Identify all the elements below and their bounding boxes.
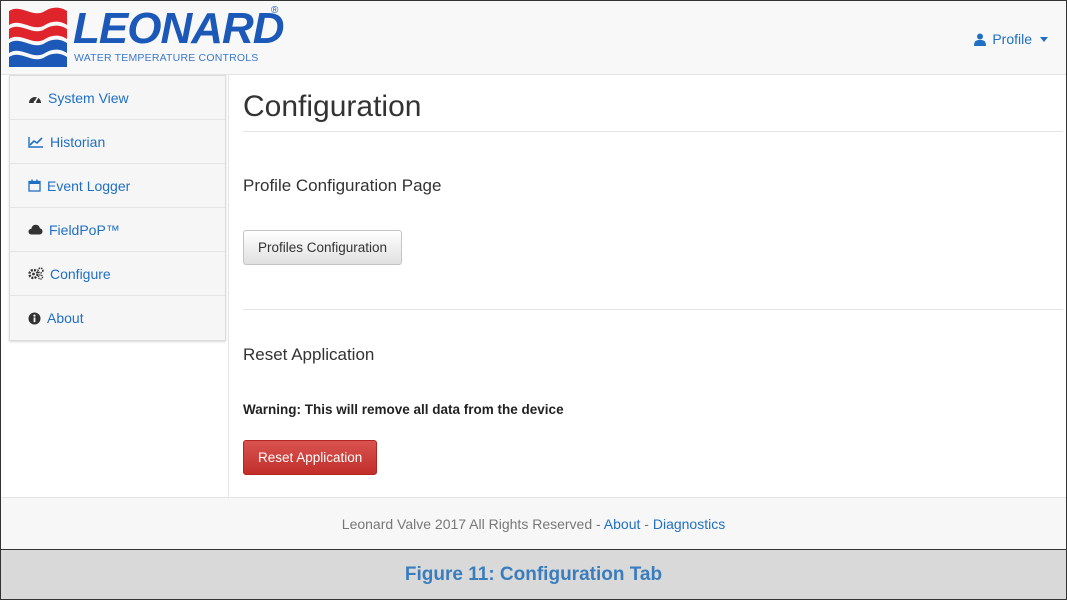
footer-about-link[interactable]: About xyxy=(604,516,641,532)
main-content: Configuration Profile Configuration Page… xyxy=(243,75,1063,475)
sidebar-item-label: FieldPoP™ xyxy=(49,221,120,238)
reset-section-heading: Reset Application xyxy=(243,345,375,364)
registered-mark: ® xyxy=(271,5,279,16)
copyright-text: Leonard Valve 2017 All Rights Reserved - xyxy=(341,516,604,532)
sidebar-item-label: Event Logger xyxy=(47,177,131,194)
user-icon xyxy=(974,33,987,46)
sidebar-item-label: Configure xyxy=(50,265,111,282)
logo-wordmark: LEONARD xyxy=(73,4,285,53)
section-divider xyxy=(243,309,1063,310)
sidebar-column: System View Historian Event Logger Field… xyxy=(1,75,229,497)
gears-icon xyxy=(28,267,44,280)
profile-section-heading: Profile Configuration Page xyxy=(243,176,442,195)
page-footer: Leonard Valve 2017 All Rights Reserved -… xyxy=(1,497,1066,549)
leonard-logo[interactable]: LEONARD ® WATER TEMPERATURE CONTROLS xyxy=(7,5,287,67)
profile-label: Profile xyxy=(992,31,1032,47)
sidebar-item-label: About xyxy=(47,310,84,326)
sidebar-item-event-logger[interactable]: Event Logger xyxy=(10,164,225,208)
sidebar-nav: System View Historian Event Logger Field… xyxy=(9,75,226,341)
profile-dropdown[interactable]: Profile xyxy=(974,31,1048,47)
line-chart-icon xyxy=(28,136,43,148)
title-divider xyxy=(243,131,1063,132)
info-circle-icon xyxy=(28,312,41,324)
figure-caption: Figure 11: Configuration Tab xyxy=(1,549,1066,599)
top-navbar: LEONARD ® WATER TEMPERATURE CONTROLS Pro… xyxy=(1,1,1066,75)
footer-diagnostics-link[interactable]: Diagnostics xyxy=(653,516,725,532)
cloud-icon xyxy=(28,224,43,235)
sidebar-item-historian[interactable]: Historian xyxy=(10,120,225,164)
sidebar-item-fieldpop[interactable]: FieldPoP™ xyxy=(10,208,225,252)
reset-application-button[interactable]: Reset Application xyxy=(243,440,378,475)
sidebar-item-label: Historian xyxy=(50,133,106,150)
sidebar-item-label: System View xyxy=(48,89,129,106)
page-title: Configuration xyxy=(243,90,422,123)
logo-tagline: WATER TEMPERATURE CONTROLS xyxy=(74,52,259,64)
sidebar-item-configure[interactable]: Configure xyxy=(10,252,225,296)
profiles-configuration-button[interactable]: Profiles Configuration xyxy=(243,230,403,265)
sidebar-item-system-view[interactable]: System View xyxy=(10,76,225,120)
app-window: LEONARD ® WATER TEMPERATURE CONTROLS Pro… xyxy=(0,0,1067,600)
footer-separator: - xyxy=(640,516,653,532)
dashboard-icon xyxy=(29,96,41,103)
caret-down-icon xyxy=(1040,36,1048,42)
sidebar-item-about[interactable]: About xyxy=(10,296,225,340)
calendar-icon xyxy=(28,179,41,192)
logo-waves-icon xyxy=(9,7,67,67)
reset-warning-text: Warning: This will remove all data from … xyxy=(243,402,564,417)
